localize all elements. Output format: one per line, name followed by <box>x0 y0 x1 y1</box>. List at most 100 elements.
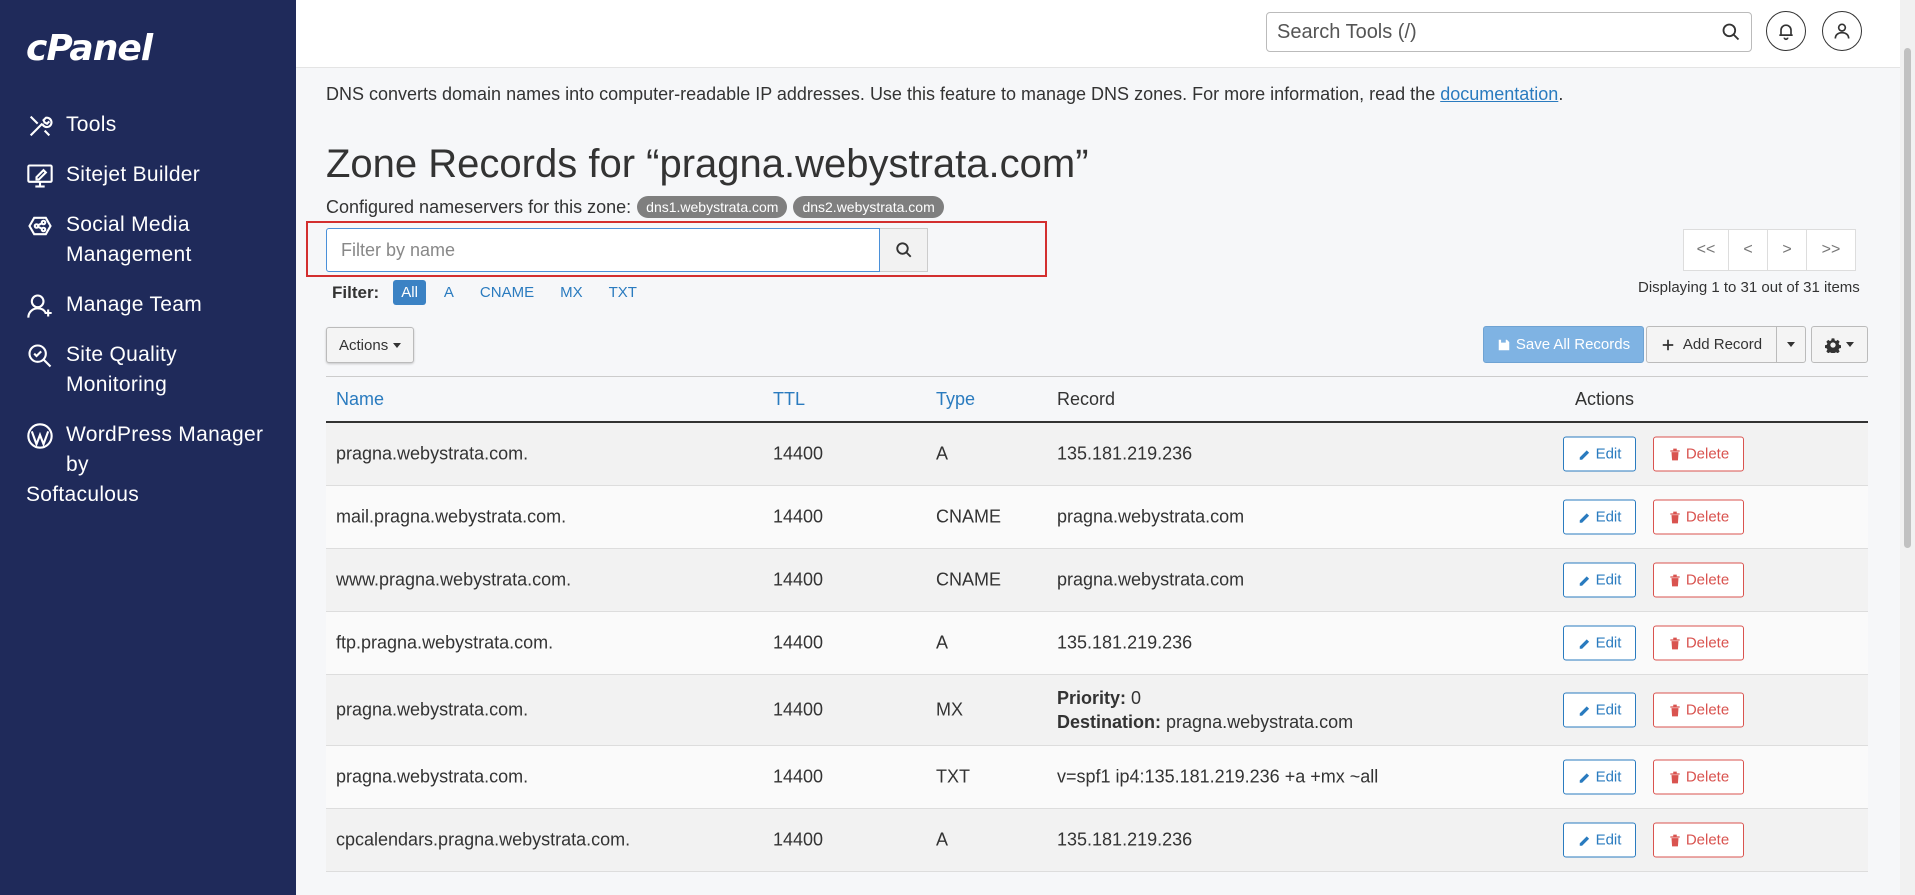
edit-button[interactable]: Edit <box>1563 759 1636 795</box>
documentation-link[interactable]: documentation <box>1440 84 1558 104</box>
save-all-label: Save All Records <box>1515 336 1631 353</box>
social-share-icon <box>26 210 58 240</box>
delete-label: Delete <box>1685 634 1730 652</box>
caret-down-icon <box>1846 342 1854 347</box>
filter-search-button[interactable] <box>880 228 928 272</box>
page-first-button[interactable]: << <box>1683 229 1729 271</box>
pencil-icon <box>1579 705 1589 716</box>
delete-button[interactable]: Delete <box>1653 759 1744 795</box>
edit-button[interactable]: Edit <box>1563 499 1636 535</box>
column-type-sort[interactable]: Type <box>936 389 975 410</box>
delete-button[interactable]: Delete <box>1653 625 1744 661</box>
trash-icon <box>1670 771 1680 783</box>
record-name: www.pragna.webystrata.com. <box>336 569 572 590</box>
filter-all[interactable]: All <box>393 280 426 305</box>
filter-cname[interactable]: CNAME <box>472 280 542 305</box>
column-record: Record <box>1057 389 1116 409</box>
filter-mx[interactable]: MX <box>552 280 591 305</box>
edit-button[interactable]: Edit <box>1563 625 1636 661</box>
trash-icon <box>1670 448 1680 460</box>
notifications-button[interactable] <box>1766 11 1806 51</box>
sidebar-item-sitejet-builder[interactable]: Sitejet Builder <box>0 160 296 190</box>
table-row: pragna.webystrata.com. 14400 A 135.181.2… <box>326 423 1868 486</box>
filter-label: Filter: <box>332 282 380 302</box>
actions-label: Actions <box>339 336 389 354</box>
sidebar-item-label: WordPress Manager by <box>66 423 264 476</box>
search-tools-input[interactable] <box>1277 20 1721 44</box>
record-name: ftp.pragna.webystrata.com. <box>336 632 554 653</box>
scrollbar-thumb[interactable] <box>1904 48 1911 548</box>
delete-button[interactable]: Delete <box>1653 692 1744 728</box>
settings-dropdown-button[interactable] <box>1811 326 1868 363</box>
sidebar-item-wordpress-manager[interactable]: WordPress Manager by <box>0 420 296 480</box>
edit-button[interactable]: Edit <box>1563 436 1636 472</box>
record-type: CNAME <box>936 506 1002 527</box>
delete-label: Delete <box>1685 571 1730 589</box>
save-all-records-button[interactable]: Save All Records <box>1483 326 1644 363</box>
add-record-button[interactable]: Add Record <box>1646 326 1777 363</box>
edit-label: Edit <box>1595 445 1622 463</box>
intro-body: DNS converts domain names into computer-… <box>326 84 1441 104</box>
record-ttl: 14400 <box>773 699 824 720</box>
bell-icon <box>1779 24 1793 41</box>
sidebar-item-social-media[interactable]: Social Media Management <box>0 210 296 270</box>
magnifier-check-icon <box>26 340 58 370</box>
edit-label: Edit <box>1595 768 1622 786</box>
filter-txt[interactable]: TXT <box>601 280 645 305</box>
page-scrollbar[interactable] <box>1900 0 1915 895</box>
pencil-icon <box>1579 512 1589 523</box>
user-add-icon <box>26 290 58 320</box>
pencil-icon <box>1579 772 1589 783</box>
cpanel-logo[interactable]: cPanel <box>26 28 153 69</box>
page-title: Zone Records for “pragna.webystrata.com” <box>326 142 1089 186</box>
search-icon[interactable] <box>1721 22 1741 42</box>
delete-label: Delete <box>1685 445 1730 463</box>
nameservers-label: Configured nameservers for this zone: <box>326 196 632 217</box>
delete-label: Delete <box>1685 508 1730 526</box>
delete-button[interactable]: Delete <box>1653 562 1744 598</box>
edit-button[interactable]: Edit <box>1563 562 1636 598</box>
filter-a[interactable]: A <box>436 280 462 305</box>
edit-label: Edit <box>1595 508 1622 526</box>
user-account-button[interactable] <box>1822 11 1862 51</box>
add-record-dropdown-button[interactable] <box>1776 326 1806 363</box>
edit-button[interactable]: Edit <box>1563 692 1636 728</box>
pencil-icon <box>1579 449 1589 460</box>
top-bar <box>296 0 1900 68</box>
nameserver-badge: dns2.webystrata.com <box>793 196 944 218</box>
trash-icon <box>1670 834 1680 846</box>
delete-button[interactable]: Delete <box>1653 499 1744 535</box>
record-value: v=spf1 ip4:135.181.219.236 +a +mx ~all <box>1057 766 1379 787</box>
filter-input-wrap[interactable] <box>326 228 880 272</box>
column-name-sort[interactable]: Name <box>336 389 384 410</box>
delete-button[interactable]: Delete <box>1653 436 1744 472</box>
record-name: pragna.webystrata.com. <box>336 443 529 464</box>
sidebar-item-site-quality[interactable]: Site Quality Monitoring <box>0 340 296 400</box>
page-prev-button[interactable]: < <box>1728 229 1768 271</box>
edit-label: Edit <box>1595 571 1622 589</box>
column-ttl-sort[interactable]: TTL <box>773 389 805 410</box>
wordpress-icon <box>26 420 58 450</box>
delete-button[interactable]: Delete <box>1653 822 1744 858</box>
record-name: pragna.webystrata.com. <box>336 699 529 720</box>
edit-label: Edit <box>1595 634 1622 652</box>
record-name: cpcalendars.pragna.webystrata.com. <box>336 829 631 850</box>
caret-down-icon <box>393 342 402 348</box>
sidebar-item-tools[interactable]: Tools <box>0 110 296 140</box>
actions-dropdown-button[interactable]: Actions <box>326 327 415 363</box>
pagination: << < > >> <box>1683 229 1856 271</box>
delete-label: Delete <box>1685 831 1730 849</box>
edit-button[interactable]: Edit <box>1563 822 1636 858</box>
page-last-button[interactable]: >> <box>1806 229 1856 271</box>
sidebar-item-label: Site Quality Monitoring <box>66 343 177 396</box>
search-tools-box[interactable] <box>1266 12 1752 52</box>
filter-by-name-input[interactable] <box>327 229 879 271</box>
column-actions: Actions <box>1575 389 1635 409</box>
nameserver-badge: dns1.webystrata.com <box>637 196 788 218</box>
sidebar-item-manage-team[interactable]: Manage Team <box>0 290 296 320</box>
destination-label: Destination: <box>1057 712 1162 732</box>
record-ttl: 14400 <box>773 766 824 787</box>
page-next-button[interactable]: > <box>1767 229 1807 271</box>
sidebar: cPanel Tools Sitejet Builder Social Medi… <box>0 0 296 895</box>
gear-icon <box>1825 337 1841 353</box>
